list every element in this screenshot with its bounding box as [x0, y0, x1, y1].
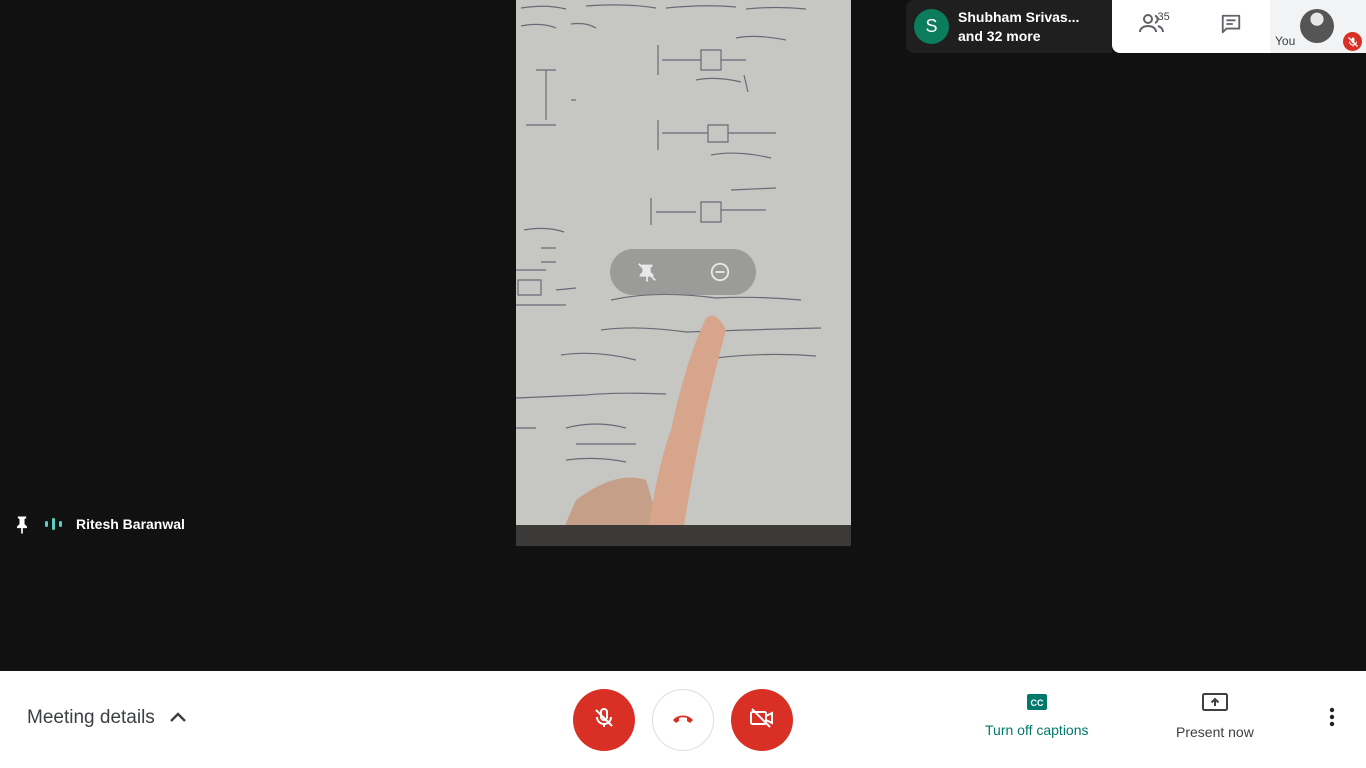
remove-circle-icon[interactable]	[702, 254, 738, 290]
speaker-label: Ritesh Baranwal	[12, 512, 185, 536]
pin-icon[interactable]	[12, 513, 32, 535]
presenter-more: and 32 more	[958, 27, 1041, 44]
mic-off-icon	[1343, 32, 1362, 51]
chevron-up-icon	[169, 707, 187, 729]
mic-off-icon	[592, 706, 616, 735]
camera-toggle-button[interactable]	[731, 689, 793, 751]
self-avatar	[1300, 9, 1334, 43]
cc-icon: CC	[1026, 693, 1048, 714]
self-label: You	[1275, 34, 1296, 48]
top-right-bar: S Shubham Srivas... and 32 more 35 You	[906, 0, 1366, 53]
captions-button[interactable]: CC Turn off captions	[985, 693, 1089, 738]
leave-call-button[interactable]	[652, 689, 714, 751]
present-now-button[interactable]: Present now	[1176, 693, 1254, 740]
people-button[interactable]: 35	[1130, 5, 1174, 49]
audio-level-icon	[44, 517, 64, 531]
more-options-button[interactable]	[1320, 707, 1344, 731]
people-count: 35	[1157, 10, 1170, 23]
pin-off-icon[interactable]	[629, 254, 665, 290]
more-vert-icon	[1329, 707, 1335, 732]
presenter-avatar: S	[914, 9, 949, 44]
chat-icon	[1220, 13, 1242, 40]
top-panel: 35	[1112, 0, 1270, 53]
svg-text:CC: CC	[1030, 698, 1043, 708]
self-view[interactable]: You	[1270, 0, 1366, 53]
chat-button[interactable]	[1209, 5, 1253, 49]
mic-toggle-button[interactable]	[573, 689, 635, 751]
bottom-toolbar: Meeting details CC Turn off captions Pre…	[0, 671, 1366, 768]
video-stage: Ritesh Baranwal S Shubham Srivas... and …	[0, 0, 1366, 671]
speaker-name: Ritesh Baranwal	[76, 516, 185, 532]
camera-off-icon	[749, 707, 775, 734]
phone-hangup-icon	[671, 711, 695, 730]
present-screen-icon	[1201, 693, 1228, 716]
presenter-summary[interactable]: S Shubham Srivas... and 32 more	[906, 0, 1112, 53]
captions-label: Turn off captions	[985, 722, 1089, 738]
meeting-details-button[interactable]: Meeting details	[27, 707, 187, 729]
video-hover-controls	[610, 249, 756, 295]
presenter-name: Shubham Srivas...	[958, 8, 1080, 25]
present-now-label: Present now	[1176, 724, 1254, 740]
meeting-details-label: Meeting details	[27, 707, 155, 728]
